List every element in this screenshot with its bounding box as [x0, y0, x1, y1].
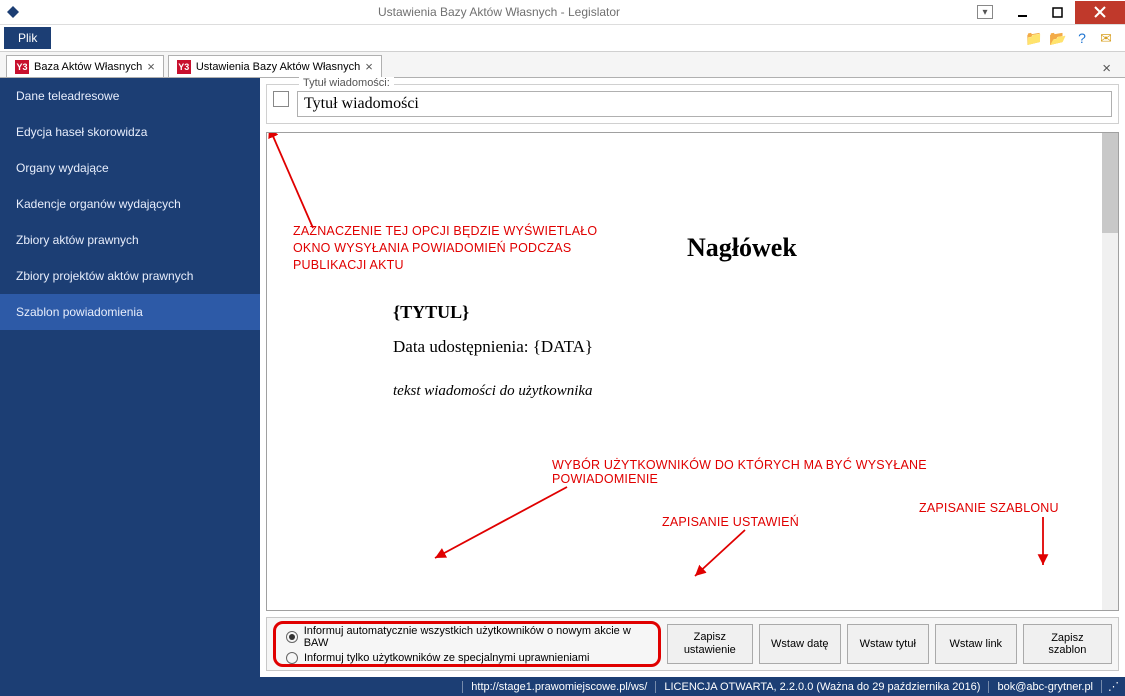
annotation-arrow-users — [417, 483, 617, 573]
annotation-top: ZAZNACZENIE TEJ OPCJI BĘDZIE WYŚWIETLAŁO… — [293, 223, 683, 274]
menu-plik[interactable]: Plik — [4, 27, 51, 49]
settings-sidebar: Dane teleadresowe Edycja haseł skorowidz… — [0, 78, 260, 677]
sidebar-item-organy[interactable]: Organy wydające — [0, 150, 260, 186]
title-fieldset: Tytuł wiadomości: — [266, 84, 1119, 124]
sidebar-item-szablon[interactable]: Szablon powiadomienia — [0, 294, 260, 330]
radio-notify-special[interactable] — [286, 652, 298, 664]
content-panel: Tytuł wiadomości: ZAZNACZENIE TEJ OPCJI … — [260, 78, 1125, 677]
editor-data-row: Data udostępnienia: {DATA} — [393, 337, 1084, 357]
ribbon-toggle-icon[interactable]: ▾ — [977, 5, 993, 19]
app-logo-icon — [5, 4, 21, 20]
radio-notify-all[interactable] — [286, 631, 298, 643]
tab-icon: Y3 — [15, 60, 29, 74]
scrollbar-thumb[interactable] — [1102, 133, 1118, 233]
annotation-save-settings: ZAPISANIE USTAWIEŃ — [662, 515, 799, 529]
show-window-checkbox[interactable] — [273, 91, 289, 107]
sidebar-item-zbiory-projektow[interactable]: Zbiory projektów aktów prawnych — [0, 258, 260, 294]
toolbar-icon-2[interactable]: 📂 — [1049, 29, 1067, 47]
tab-baza-aktow[interactable]: Y3 Baza Aktów Własnych × — [6, 55, 164, 77]
status-email: bok@abc-grytner.pl — [988, 681, 1101, 693]
tab-close-icon[interactable]: × — [147, 60, 155, 73]
sidebar-item-zbiory-aktow[interactable]: Zbiory aktów prawnych — [0, 222, 260, 258]
maximize-button[interactable] — [1040, 1, 1075, 24]
insert-link-button[interactable]: Wstaw link — [935, 624, 1017, 664]
status-url: http://stage1.prawomiejscowe.pl/ws/ — [462, 681, 655, 693]
tab-label: Baza Aktów Własnych — [34, 61, 142, 73]
tabstrip-close-icon[interactable]: × — [1102, 60, 1125, 77]
annotation-save-template: ZAPISANIE SZABLONU — [919, 501, 1059, 515]
window-title: Ustawienia Bazy Aktów Własnych - Legisla… — [21, 5, 977, 19]
document-tabs: Y3 Baza Aktów Własnych × Y3 Ustawienia B… — [0, 52, 1125, 78]
annotation-arrow-save-settings — [685, 528, 755, 588]
tab-label: Ustawienia Bazy Aktów Własnych — [196, 61, 360, 73]
editor-tytul-placeholder: {TYTUL} — [393, 302, 1084, 323]
editor-text-row: tekst wiadomości do użytkownika — [393, 383, 1084, 400]
editor-area[interactable]: ZAZNACZENIE TEJ OPCJI BĘDZIE WYŚWIETLAŁO… — [266, 132, 1119, 611]
toolbar-icon-1[interactable]: 📁 — [1025, 29, 1043, 47]
bottom-toolbar: Informuj automatycznie wszystkich użytko… — [266, 617, 1119, 671]
resize-grip-icon[interactable]: ⋰ — [1101, 680, 1125, 693]
editor-header: Nagłówek — [687, 233, 797, 263]
status-license: LICENCJA OTWARTA, 2.2.0.0 (Ważna do 29 p… — [655, 681, 988, 693]
menu-bar: Plik 📁 📂 ? ✉ — [0, 25, 1125, 52]
close-button[interactable] — [1075, 1, 1125, 24]
annotation-arrow-save-template — [1023, 515, 1063, 573]
title-input[interactable] — [297, 91, 1112, 117]
title-bar: Ustawienia Bazy Aktów Własnych - Legisla… — [0, 0, 1125, 25]
tab-ustawienia[interactable]: Y3 Ustawienia Bazy Aktów Własnych × — [168, 55, 382, 77]
tab-close-icon[interactable]: × — [365, 60, 373, 73]
save-template-button[interactable]: Zapisz szablon — [1023, 624, 1112, 664]
sidebar-item-teleadresowe[interactable]: Dane teleadresowe — [0, 78, 260, 114]
insert-date-button[interactable]: Wstaw datę — [759, 624, 841, 664]
sidebar-item-hasla[interactable]: Edycja haseł skorowidza — [0, 114, 260, 150]
radio-label: Informuj tylko użytkowników ze specjalny… — [304, 652, 590, 664]
save-settings-button[interactable]: Zapisz ustawienie — [667, 624, 753, 664]
radio-label: Informuj automatycznie wszystkich użytko… — [304, 625, 648, 649]
insert-title-button[interactable]: Wstaw tytuł — [847, 624, 929, 664]
help-icon[interactable]: ? — [1073, 29, 1091, 47]
minimize-button[interactable] — [1005, 1, 1040, 24]
title-legend: Tytuł wiadomości: — [299, 77, 394, 89]
annotation-users: WYBÓR UŻYTKOWNIKÓW DO KTÓRYCH MA BYĆ WYS… — [552, 458, 927, 486]
sidebar-item-kadencje[interactable]: Kadencje organów wydających — [0, 186, 260, 222]
status-bar: http://stage1.prawomiejscowe.pl/ws/ LICE… — [0, 677, 1125, 696]
mail-icon[interactable]: ✉ — [1097, 29, 1115, 47]
tab-icon: Y3 — [177, 60, 191, 74]
notify-users-radiogroup: Informuj automatycznie wszystkich użytko… — [273, 621, 661, 667]
